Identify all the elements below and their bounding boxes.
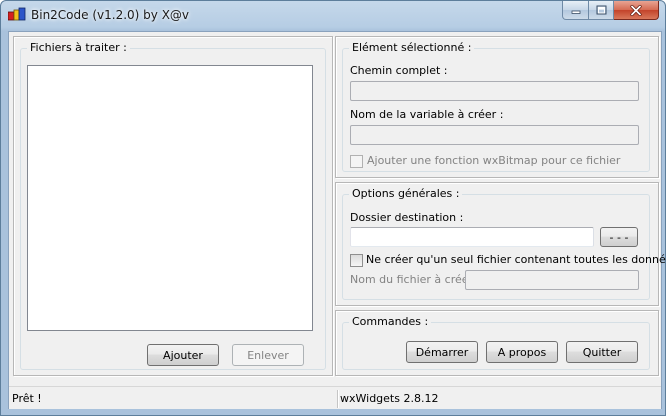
commands-panel: Commandes : Démarrer A propos Quitter (335, 310, 659, 376)
destination-folder-field[interactable] (350, 227, 594, 247)
version-text: wxWidgets 2.8.12 (340, 392, 439, 405)
variable-name-field[interactable] (350, 125, 639, 145)
full-path-field[interactable] (350, 81, 639, 101)
selected-panel: Elément sélectionné : Chemin complet : N… (335, 36, 659, 178)
close-icon (630, 4, 642, 16)
remove-button[interactable]: Enlever (232, 344, 304, 366)
title-bar[interactable]: Bin2Code (v1.2.0) by X@v (1, 1, 665, 31)
minimize-button[interactable] (562, 1, 589, 20)
close-button[interactable] (614, 1, 659, 20)
client-area: Fichiers à traiter : Ajouter Enlever Elé… (8, 31, 666, 409)
status-separator (337, 390, 338, 408)
maximize-button[interactable] (589, 1, 614, 20)
status-text: Prêt ! (12, 392, 42, 405)
single-file-checkbox[interactable] (350, 254, 363, 267)
variable-name-label: Nom de la variable à créer : (350, 108, 504, 121)
add-button[interactable]: Ajouter (147, 344, 219, 366)
output-file-name-field[interactable] (465, 270, 639, 290)
about-button[interactable]: A propos (486, 341, 558, 363)
bitmap-function-label: Ajouter une fonction wxBitmap pour ce fi… (367, 154, 621, 167)
window-title: Bin2Code (v1.2.0) by X@v (31, 8, 190, 22)
selected-group-title: Elément sélectionné : (349, 41, 475, 54)
commands-group: Commandes : Démarrer A propos Quitter (342, 315, 650, 370)
quit-button[interactable]: Quitter (566, 341, 638, 363)
browse-button[interactable]: - - - (600, 227, 638, 247)
options-group: Options générales : Dossier destination … (342, 187, 666, 300)
options-group-title: Options générales : (349, 187, 463, 200)
destination-folder-label: Dossier destination : (350, 211, 464, 224)
app-icon[interactable] (7, 7, 26, 21)
single-file-label: Ne créer qu'un seul fichier contenant to… (366, 253, 666, 266)
commands-group-title: Commandes : (349, 315, 432, 328)
files-group: Fichiers à traiter : Ajouter Enlever (20, 41, 326, 370)
minimize-icon (571, 10, 580, 14)
status-bar: Prêt ! wxWidgets 2.8.12 (9, 386, 661, 409)
full-path-label: Chemin complet : (350, 64, 448, 77)
start-button[interactable]: Démarrer (406, 341, 478, 363)
maximize-icon (596, 5, 606, 15)
files-group-title: Fichiers à traiter : (27, 41, 130, 54)
files-panel: Fichiers à traiter : Ajouter Enlever (13, 36, 333, 376)
bitmap-function-checkbox[interactable] (350, 155, 363, 168)
output-file-name-label: Nom du fichier à créer : (350, 273, 481, 286)
files-listbox[interactable] (27, 65, 313, 331)
app-window: Bin2Code (v1.2.0) by X@v Fichiers à trai… (0, 0, 666, 416)
selected-group: Elément sélectionné : Chemin complet : N… (342, 41, 650, 172)
options-panel: Options générales : Dossier destination … (335, 182, 666, 306)
caption-buttons (562, 1, 659, 20)
